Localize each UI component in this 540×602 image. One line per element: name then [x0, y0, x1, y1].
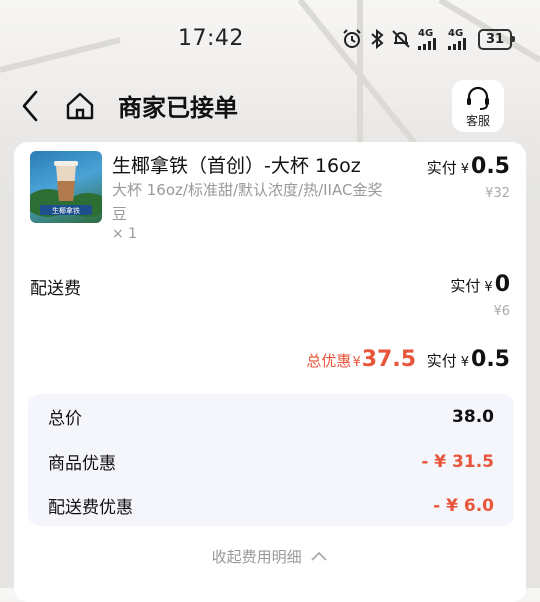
product-original-price: ¥32 [485, 186, 510, 201]
home-button[interactable] [62, 86, 98, 126]
signal-bars-icon [448, 37, 466, 50]
bluetooth-icon [371, 29, 384, 49]
summary-paid: 实付 ¥ 0.5 [427, 347, 510, 372]
product-paid-currency: ¥ [460, 162, 470, 177]
signal-bars-icon [418, 37, 436, 50]
summary-paid-currency: ¥ [460, 355, 470, 370]
delivery-paid-currency: ¥ [484, 280, 493, 295]
headset-icon [467, 86, 489, 110]
breakdown-value: - ¥ 6.0 [433, 495, 494, 516]
thumbnail-label: 生椰拿铁 [52, 206, 80, 215]
breakdown-value: - ¥ 31.5 [421, 451, 494, 472]
coffee-cup-image: 生椰拿铁 [30, 161, 102, 217]
total-discount-amount: 37.5 [361, 347, 416, 372]
summary-paid-amount: 0.5 [471, 347, 510, 372]
delivery-fee-label: 配送费 [30, 279, 81, 299]
total-discount-label: 总优惠 [306, 352, 352, 370]
alarm-icon [343, 29, 361, 48]
mute-bell-icon [392, 30, 410, 48]
delivery-paid-label: 实付 [450, 277, 481, 295]
battery-icon: 31 [478, 28, 515, 50]
breakdown-label: 商品优惠 [48, 454, 116, 474]
product-thumbnail[interactable]: 生椰拿铁 [30, 151, 102, 223]
delivery-paid: 实付 ¥ 0 [450, 272, 510, 297]
breakdown-row-delivery-discount: 配送费优惠 - ¥ 6.0 [48, 493, 494, 519]
home-icon [66, 92, 94, 120]
product-name: 生椰拿铁（首创）-大杯 16oz [112, 155, 361, 177]
breakdown-label: 配送费优惠 [48, 498, 133, 518]
customer-service-button[interactable]: 客服 [452, 80, 504, 132]
delivery-paid-amount: 0 [494, 272, 510, 297]
chevron-left-icon [22, 90, 38, 122]
signal-4g-1: 4G [418, 28, 440, 50]
breakdown-row-total: 总价 38.0 [48, 404, 494, 430]
chevron-up-icon [311, 551, 328, 561]
service-label: 客服 [465, 114, 490, 128]
product-quantity: × 1 [112, 226, 138, 242]
status-time: 17:42 [178, 26, 244, 51]
product-paid-amount: 0.5 [471, 154, 510, 179]
status-icons: 4G 4G 31 [342, 26, 515, 52]
fee-breakdown: 总价 38.0 商品优惠 - ¥ 31.5 配送费优惠 - ¥ 6.0 [28, 394, 514, 526]
breakdown-label: 总价 [48, 409, 82, 429]
signal-4g-2: 4G [448, 28, 470, 50]
product-paid: 实付 ¥ 0.5 [427, 154, 510, 179]
total-discount-currency: ¥ [352, 355, 361, 370]
collapse-label: 收起费用明细 [211, 548, 302, 566]
summary-paid-label: 实付 [426, 352, 457, 370]
order-card: 生椰拿铁 生椰拿铁（首创）-大杯 16oz 大杯 16oz/标准甜/默认浓度/热… [14, 142, 526, 602]
total-discount: 总优惠 ¥ 37.5 [306, 347, 416, 372]
breakdown-row-product-discount: 商品优惠 - ¥ 31.5 [48, 449, 494, 475]
product-paid-label: 实付 [426, 159, 457, 177]
breakdown-value: 38.0 [452, 406, 494, 427]
page-title: 商家已接单 [118, 94, 238, 122]
delivery-original-price: ¥6 [493, 304, 510, 319]
product-spec: 大杯 16oz/标准甜/默认浓度/热/IIAC金奖豆 [112, 181, 383, 223]
back-button[interactable] [14, 86, 46, 126]
collapse-fee-details-button[interactable]: 收起费用明细 [14, 546, 526, 567]
